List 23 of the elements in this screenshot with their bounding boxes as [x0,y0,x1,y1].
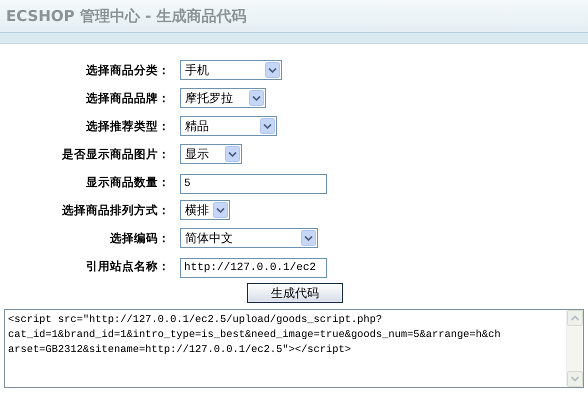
dropdown-select[interactable]: 横排 [180,200,230,220]
dropdown-select[interactable]: 显示 [180,144,242,164]
scroll-down-icon[interactable] [567,371,583,387]
scroll-up-icon[interactable] [567,310,583,326]
page-subtitle: - 生成商品代码 [144,6,247,26]
field-label: 选择推荐类型： [85,118,170,134]
dropdown-select[interactable]: 摩托罗拉 [180,88,266,108]
field-label: 是否显示商品图片： [61,146,170,162]
dropdown-select[interactable]: 手机 [180,60,282,80]
field-label: 选择商品品牌： [85,90,170,106]
page-title: ECSHOP 管理中心 [6,6,140,26]
field-label: 选择商品分类： [85,62,170,78]
scrollbar[interactable] [566,310,583,387]
text-input[interactable]: http://127.0.0.1/ec2 [180,258,327,278]
text-input[interactable]: 5 [180,174,327,194]
field-label: 显示商品数量： [85,174,170,190]
code-textarea[interactable]: <script src="http://127.0.0.1/ec2.5/upload/goods_script.php? cat_id=1&brand_id=1&intro_type=is_best&need_image=true&goods_num=5&arrange=h&ch arset=GB2312&sitename=http://127.0.0.1/ec2.5"></script> [4,309,584,388]
field-label: 选择编码： [109,230,170,246]
dropdown-select[interactable]: 简体中文 [180,228,318,248]
dropdown-select[interactable]: 精品 [180,116,277,136]
field-label: 选择商品排列方式： [61,202,170,218]
generate-code-button[interactable]: 生成代码 [247,283,343,303]
field-label: 引用站点名称： [85,258,170,274]
